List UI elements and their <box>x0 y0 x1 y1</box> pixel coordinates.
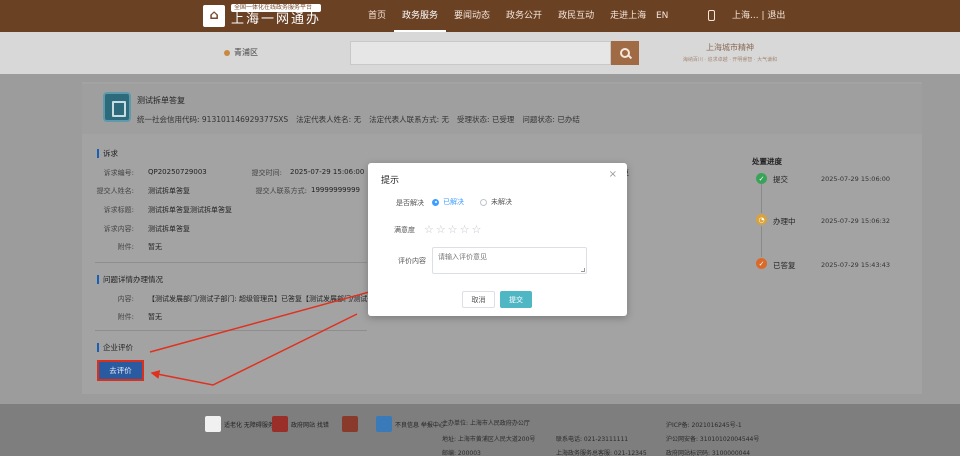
progress-step-label: 已答复 <box>773 261 796 270</box>
cancel-button[interactable]: 取消 <box>462 291 495 308</box>
content-value: 测试拆单答复 <box>148 225 190 233</box>
nav-about-shanghai[interactable]: 走进上海 <box>602 0 654 32</box>
location-pin-icon <box>224 49 230 56</box>
submit-button[interactable]: 提交 <box>500 291 532 308</box>
nav-interaction[interactable]: 政民互动 <box>550 0 602 32</box>
subject-value: 测试拆单答复测试拆单答复 <box>148 206 232 214</box>
submitter-value: 测试拆单答复 <box>148 187 190 195</box>
comment-textarea[interactable] <box>432 247 587 274</box>
handling-content-label: 内容: <box>117 295 134 303</box>
dialog-title: 提示 <box>381 176 400 186</box>
lang-switch[interactable]: EN <box>656 0 668 32</box>
progress-step-time: 2025-07-29 15:06:32 <box>821 217 891 225</box>
logo-title: 上海一网通办 <box>231 12 322 27</box>
star-icon[interactable]: ☆ <box>424 224 434 235</box>
star-icon[interactable]: ☆ <box>436 224 446 235</box>
radio-unresolved[interactable]: 未解决 <box>480 197 512 207</box>
contact-value: 19999999999 <box>311 186 360 194</box>
company-building-icon <box>103 92 131 122</box>
satisfaction-label: 满意度 <box>394 226 415 234</box>
star-icon[interactable]: ☆ <box>448 224 458 235</box>
subject-label: 诉求标题: <box>103 206 134 214</box>
accessibility-icon <box>205 416 221 432</box>
star-icon[interactable]: ☆ <box>472 224 482 235</box>
logo-emblem-icon: ⌂ <box>203 4 225 27</box>
progress-connector <box>761 183 762 213</box>
report-center-icon <box>376 416 392 432</box>
emblem-icon <box>342 416 358 432</box>
accessibility-badge[interactable]: 适老化 无障碍服务 <box>205 416 274 432</box>
search-icon <box>620 48 630 58</box>
appeal-no-label: 诉求编号: <box>103 169 134 177</box>
company-info: 统一社会信用代码: 913101146929377SXS 法定代表人姓名: 无法定… <box>137 115 580 124</box>
attachment-value: 暂无 <box>148 243 162 251</box>
nav-home[interactable]: 首页 <box>360 0 394 32</box>
mobile-phone-icon[interactable] <box>708 10 715 21</box>
contact-label: 提交人联系方式: <box>255 187 307 195</box>
radio-checked-icon <box>432 198 439 206</box>
radio-resolved[interactable]: 已解决 <box>432 197 464 207</box>
evaluation-section-title: 企业评价 <box>97 343 133 352</box>
location-selector[interactable]: 青浦区 <box>224 47 258 58</box>
progress-step-label: 办理中 <box>773 217 796 226</box>
progress-step-label: 提交 <box>773 175 788 184</box>
handling-content-value: 【测试发展部门/测试子部门: 超级管理员】已答复【测试发展部门/测试子 <box>148 295 368 303</box>
check-icon: ✓ <box>756 173 767 184</box>
radio-unchecked-icon <box>480 198 487 206</box>
progress-step-time: 2025-07-29 15:06:00 <box>821 175 891 183</box>
appeal-section-title: 诉求 <box>97 149 118 158</box>
company-name: 测试拆单答复 <box>137 96 185 105</box>
main-nav: 首页 政务服务 要闻动态 政务公开 政民互动 走进上海 <box>360 0 654 32</box>
footer-site-code: 政府网站标识码: 3100000044 <box>666 450 751 456</box>
section-divider <box>95 262 367 263</box>
footer-zip: 邮编: 200003 <box>442 450 481 456</box>
handling-attachment-value: 暂无 <box>148 313 162 321</box>
go-evaluate-button[interactable]: 去评价 <box>97 360 144 381</box>
footer-gov-phone: 上海政务服务总客服: 021-12345 <box>556 450 647 456</box>
clock-icon: ◔ <box>756 214 767 225</box>
resize-handle-icon[interactable] <box>581 268 585 272</box>
submit-time-label: 提交时间: <box>251 169 282 177</box>
logo-subtitle: 全国一体化在线政务服务平台 <box>231 4 322 12</box>
evaluation-dialog: 提示 × <box>368 163 627 316</box>
footer-host: 主办单位: 上海市人民政府办公厅 <box>442 420 530 427</box>
gov-site-error-badge[interactable]: 政府网站 找错 <box>272 416 329 432</box>
city-spirit-slogan: 上海城市精神 海纳百川 · 追求卓越 · 开明睿智 · 大气谦和 <box>682 43 778 63</box>
reply-icon: ✓ <box>756 258 767 269</box>
nav-gov-service[interactable]: 政务服务 <box>394 0 447 32</box>
attachment-label: 附件: <box>117 243 134 251</box>
footer-police[interactable]: 沪公网安备: 31010102004544号 <box>666 434 759 443</box>
nav-gov-open[interactable]: 政务公开 <box>498 0 550 32</box>
progress-connector <box>761 226 762 257</box>
progress-step-time: 2025-07-29 15:43:43 <box>821 261 891 269</box>
appeal-no-value: QP20250729003 <box>148 168 207 176</box>
user-menu[interactable]: 上海... | 退出 <box>732 0 785 32</box>
satisfaction-rating: ☆ ☆ ☆ ☆ ☆ <box>424 224 483 235</box>
section-divider <box>95 330 367 331</box>
search-button[interactable] <box>611 41 639 65</box>
site-logo[interactable]: ⌂ 全国一体化在线政务服务平台 上海一网通办 <box>203 4 322 27</box>
content-label: 诉求内容: <box>103 225 134 233</box>
footer-phone: 联系电话: 021-23111111 <box>556 436 629 443</box>
company-header <box>82 84 922 134</box>
footer-address: 地址: 上海市黄浦区人民大道200号 <box>442 436 536 443</box>
star-icon[interactable]: ☆ <box>460 224 470 235</box>
handling-attachment-label: 附件: <box>117 313 134 321</box>
resolved-label: 是否解决 <box>396 199 424 207</box>
comment-label: 评价内容 <box>398 257 426 265</box>
submit-time-value: 2025-07-29 15:06:00 <box>290 168 365 176</box>
close-icon[interactable]: × <box>609 169 617 180</box>
gov-site-icon <box>272 416 288 432</box>
report-center-badge[interactable]: 不良信息 举报中心 <box>376 416 445 432</box>
footer-icp[interactable]: 沪ICP备: 2021016245号-1 <box>666 420 742 429</box>
party-emblem-badge[interactable] <box>342 416 361 432</box>
nav-news[interactable]: 要闻动态 <box>446 0 498 32</box>
progress-title: 处置进度 <box>752 157 782 166</box>
handling-section-title: 问题详情办理情况 <box>97 275 163 284</box>
search-input[interactable] <box>350 41 611 65</box>
submitter-label: 提交人姓名: <box>96 187 134 195</box>
